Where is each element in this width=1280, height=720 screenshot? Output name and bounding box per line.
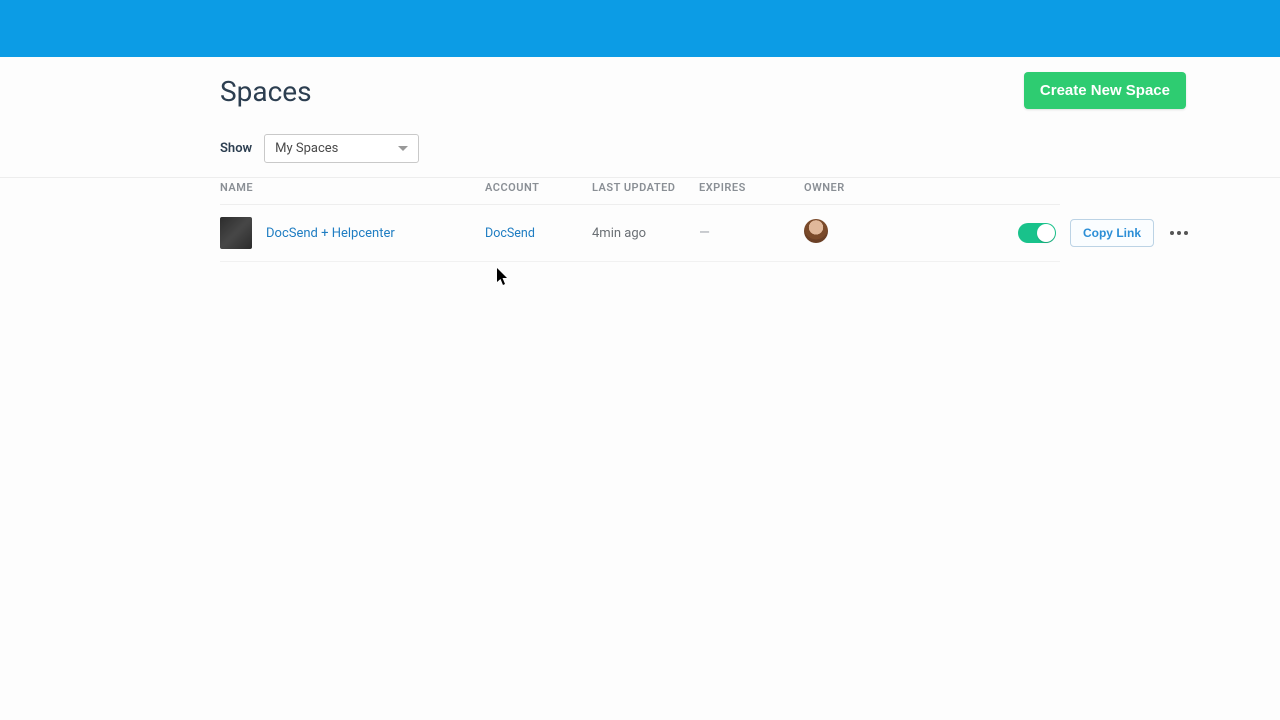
copy-link-button[interactable]: Copy Link <box>1070 219 1154 247</box>
account-link[interactable]: DocSend <box>485 226 535 241</box>
owner-avatar[interactable] <box>804 219 828 243</box>
spaces-table: NAME ACCOUNT LAST UPDATED EXPIRES OWNER … <box>220 171 1060 262</box>
filter-bar: Show My Spaces <box>220 122 1060 171</box>
filter-select[interactable]: My Spaces <box>264 134 419 163</box>
top-nav-bar <box>0 0 1280 57</box>
column-header-name[interactable]: NAME <box>220 171 485 205</box>
chevron-down-icon <box>398 146 408 151</box>
expires-cell: — <box>699 205 804 262</box>
active-toggle[interactable] <box>1018 223 1056 243</box>
space-thumbnail[interactable] <box>220 217 252 249</box>
create-new-space-button[interactable]: Create New Space <box>1024 72 1186 109</box>
page-title: Spaces <box>220 75 312 108</box>
column-header-updated[interactable]: LAST UPDATED <box>592 171 699 205</box>
filter-label: Show <box>220 141 252 156</box>
column-header-account[interactable]: ACCOUNT <box>485 171 592 205</box>
column-header-actions <box>874 171 1060 205</box>
column-header-expires[interactable]: EXPIRES <box>699 171 804 205</box>
more-options-icon[interactable] <box>1168 225 1190 241</box>
page-header: Spaces Create New Space <box>220 57 1060 122</box>
mouse-cursor-icon <box>497 268 509 286</box>
last-updated-cell: 4min ago <box>592 205 699 262</box>
filter-selected-value: My Spaces <box>275 141 338 156</box>
space-name-link[interactable]: DocSend + Helpcenter <box>266 226 395 241</box>
table-row: DocSend + Helpcenter DocSend 4min ago — … <box>220 205 1060 262</box>
column-header-owner[interactable]: OWNER <box>804 171 874 205</box>
